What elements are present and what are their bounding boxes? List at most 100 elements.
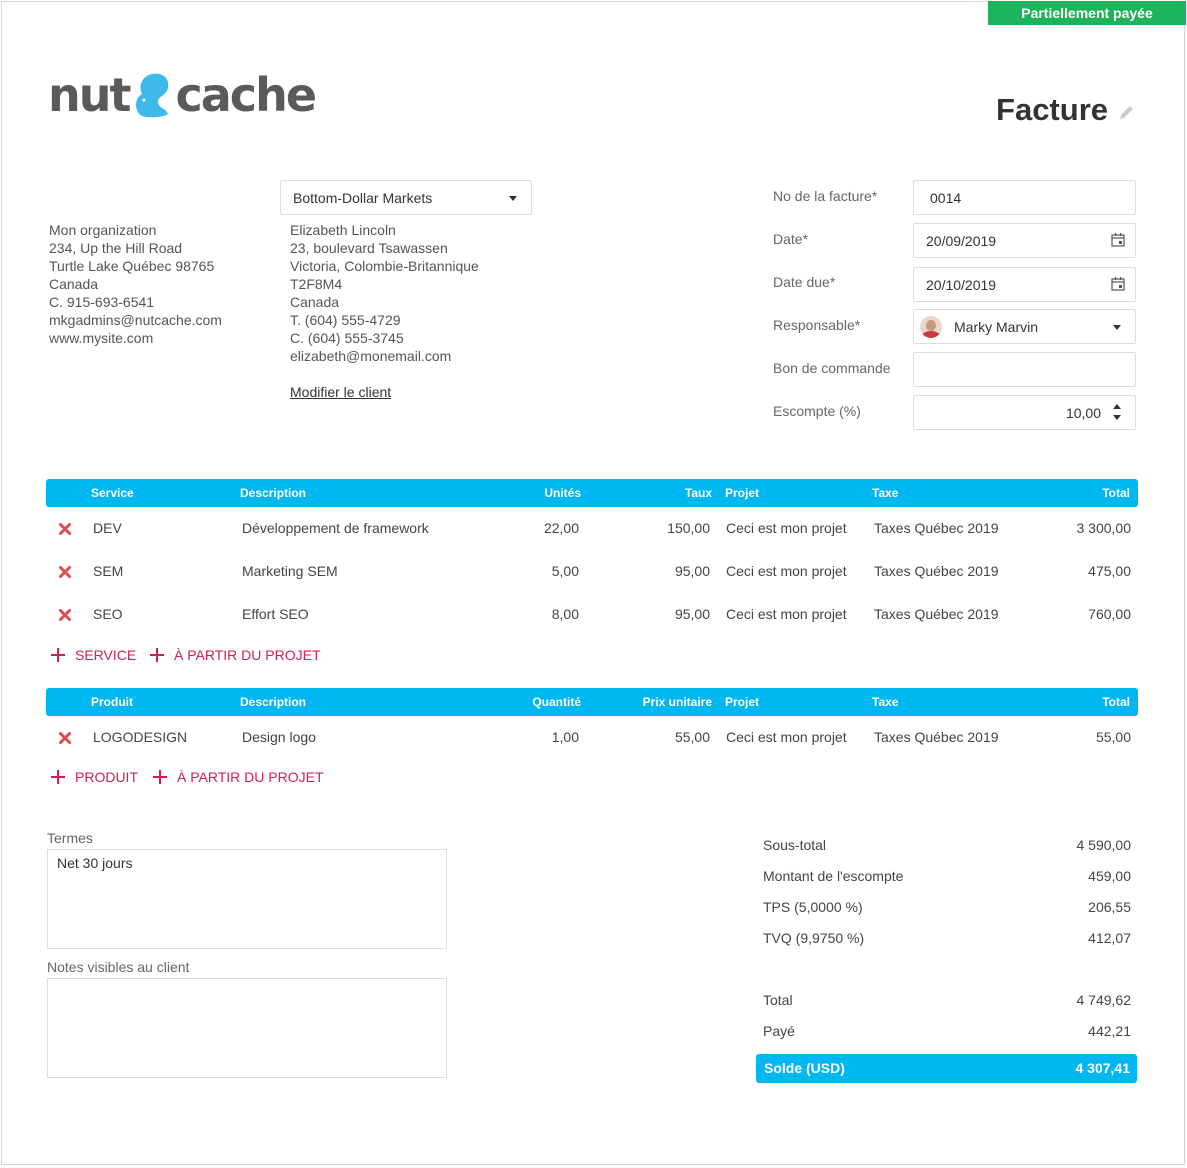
cell-tax[interactable]: Taxes Québec 2019	[874, 606, 999, 622]
discount-amount-label: Montant de l'escompte	[763, 868, 904, 884]
discount-value: 10,00	[1065, 404, 1101, 421]
due-date-label: Date due*	[773, 274, 836, 290]
cell-units[interactable]: 22,00	[544, 520, 579, 536]
invoice-number-input[interactable]: 0014	[913, 180, 1136, 215]
cell-description[interactable]: Marketing SEM	[242, 563, 338, 579]
balance-value: 4 307,41	[1075, 1060, 1131, 1076]
notes-textarea[interactable]	[47, 978, 447, 1078]
tps-value: 206,55	[1088, 899, 1131, 915]
logo-text-left: nut	[48, 68, 131, 122]
delete-row-icon[interactable]	[59, 732, 71, 744]
delete-row-icon[interactable]	[59, 523, 71, 535]
cell-quantity[interactable]: 1,00	[552, 729, 579, 745]
tvq-value: 412,07	[1088, 930, 1131, 946]
cell-units[interactable]: 5,00	[552, 563, 579, 579]
nutcache-logo: nut cache	[48, 58, 317, 122]
po-label: Bon de commande	[773, 360, 891, 376]
cell-service[interactable]: SEO	[93, 606, 123, 622]
service-from-project-button[interactable]: À PARTIR DU PROJET	[150, 647, 321, 663]
cell-service[interactable]: SEM	[93, 563, 123, 579]
edit-title-pencil-icon[interactable]	[1118, 103, 1136, 121]
terms-textarea[interactable]: Net 30 jours	[47, 849, 447, 949]
cell-tax[interactable]: Taxes Québec 2019	[874, 520, 999, 536]
col-quantity: Quantité	[532, 695, 581, 709]
discount-amount-value: 459,00	[1088, 868, 1131, 884]
client-line: elizabeth@monemail.com	[290, 348, 452, 364]
discount-stepper[interactable]: 10,00	[913, 395, 1136, 430]
invoice-number-label: No de la facture*	[773, 188, 878, 204]
calendar-icon[interactable]	[1111, 277, 1125, 291]
client-select[interactable]: Bottom-Dollar Markets	[280, 180, 532, 215]
calendar-icon[interactable]	[1111, 233, 1125, 247]
cell-project[interactable]: Ceci est mon projet	[726, 729, 847, 745]
org-line: mkgadmins@nutcache.com	[49, 312, 222, 328]
cell-tax[interactable]: Taxes Québec 2019	[874, 729, 999, 745]
cell-tax[interactable]: Taxes Québec 2019	[874, 563, 999, 579]
chevron-down-icon	[1113, 325, 1121, 330]
paid-label: Payé	[763, 1023, 795, 1039]
due-date-input[interactable]: 20/10/2019	[913, 267, 1136, 302]
cell-project[interactable]: Ceci est mon projet	[726, 606, 847, 622]
cell-unit-price[interactable]: 55,00	[675, 729, 710, 745]
product-from-project-button[interactable]: À PARTIR DU PROJET	[153, 769, 324, 785]
plus-icon	[153, 770, 167, 784]
paid-value: 442,21	[1088, 1023, 1131, 1039]
cell-description[interactable]: Effort SEO	[242, 606, 309, 622]
cell-service[interactable]: DEV	[93, 520, 122, 536]
cell-project[interactable]: Ceci est mon projet	[726, 520, 847, 536]
squirrel-icon	[132, 68, 174, 118]
cell-description[interactable]: Design logo	[242, 729, 316, 745]
col-total: Total	[1102, 695, 1130, 709]
org-line: Canada	[49, 276, 99, 292]
edit-client-link[interactable]: Modifier le client	[290, 383, 391, 401]
subtotal-value: 4 590,00	[1076, 837, 1132, 853]
due-date-value: 20/10/2019	[926, 276, 997, 293]
col-description: Description	[240, 486, 307, 500]
add-service-label: SERVICE	[75, 647, 137, 663]
cell-rate[interactable]: 95,00	[675, 563, 710, 579]
client-select-value: Bottom-Dollar Markets	[293, 189, 433, 206]
cell-project[interactable]: Ceci est mon projet	[726, 563, 847, 579]
po-input[interactable]	[913, 352, 1136, 387]
status-badge: Partiellement payée	[988, 1, 1186, 25]
owner-select[interactable]: Marky Marvin	[913, 309, 1136, 344]
cell-product[interactable]: LOGODESIGN	[93, 729, 187, 745]
date-label: Date*	[773, 231, 809, 247]
terms-label: Termes	[47, 830, 93, 846]
org-line: C. 915-693-6541	[49, 294, 155, 310]
add-product-label: PRODUIT	[75, 769, 138, 785]
total-value: 4 749,62	[1076, 992, 1132, 1008]
col-service: Service	[91, 486, 134, 500]
services-table-header: Service Description Unités Taux Projet T…	[46, 479, 1138, 507]
add-product-button[interactable]: PRODUIT	[51, 769, 138, 785]
client-line: Victoria, Colombie-Britannique	[290, 258, 479, 274]
col-tax: Taxe	[872, 486, 899, 500]
tps-label: TPS (5,0000 %)	[763, 899, 863, 915]
from-project-label: À PARTIR DU PROJET	[177, 769, 324, 785]
col-total: Total	[1102, 486, 1130, 500]
cell-units[interactable]: 8,00	[552, 606, 579, 622]
org-line: 234, Up the Hill Road	[49, 240, 183, 256]
col-tax: Taxe	[872, 695, 899, 709]
date-input[interactable]: 20/09/2019	[913, 223, 1136, 258]
from-project-label: À PARTIR DU PROJET	[174, 647, 321, 663]
cell-description[interactable]: Développement de framework	[242, 520, 429, 536]
total-label: Total	[763, 992, 793, 1008]
client-line: C. (604) 555-3745	[290, 330, 404, 346]
notes-label: Notes visibles au client	[47, 959, 190, 975]
cell-rate[interactable]: 150,00	[667, 520, 710, 536]
balance-bar: Solde (USD) 4 307,41	[756, 1054, 1137, 1083]
col-rate: Taux	[684, 486, 712, 500]
stepper-up-icon[interactable]	[1113, 404, 1121, 409]
org-line: Mon organization	[49, 222, 157, 238]
cell-total: 475,00	[1088, 563, 1131, 579]
delete-row-icon[interactable]	[59, 566, 71, 578]
add-service-button[interactable]: SERVICE	[51, 647, 136, 663]
stepper-down-icon[interactable]	[1113, 415, 1121, 420]
discount-label: Escompte (%)	[773, 403, 861, 419]
cell-rate[interactable]: 95,00	[675, 606, 710, 622]
col-unit-price: Prix unitaire	[642, 695, 712, 709]
col-project: Projet	[725, 695, 760, 709]
delete-row-icon[interactable]	[59, 609, 71, 621]
org-line: www.mysite.com	[49, 330, 154, 346]
